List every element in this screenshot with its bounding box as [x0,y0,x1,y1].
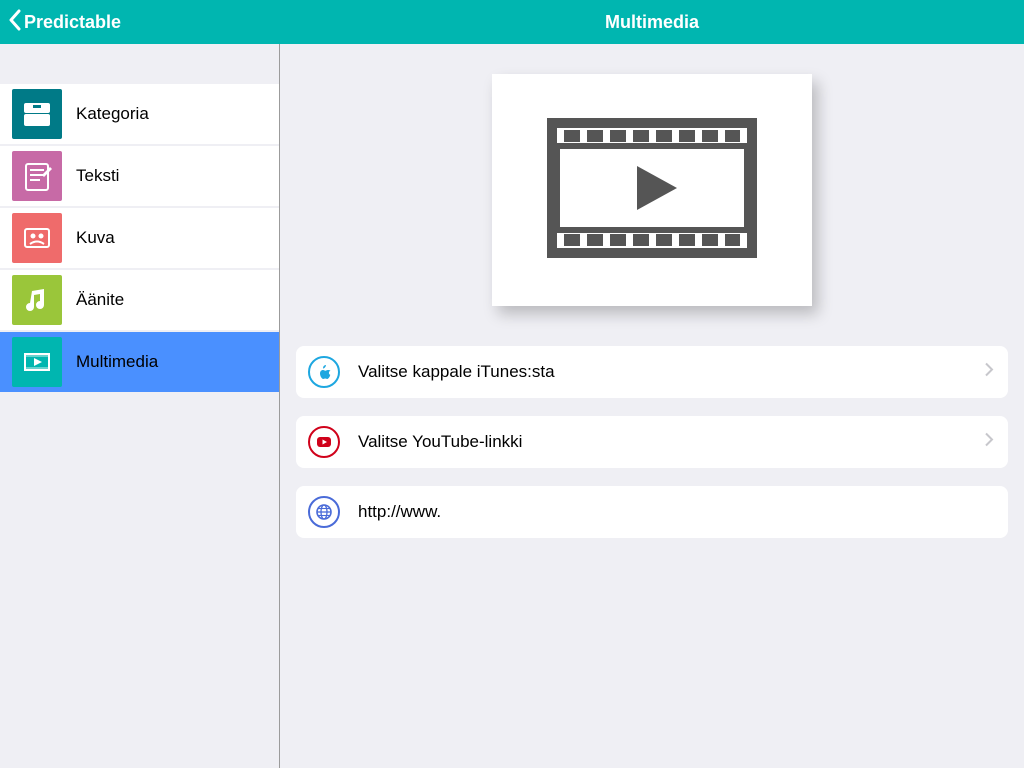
image-icon [12,213,62,263]
back-button[interactable]: Predictable [0,9,121,36]
film-play-icon [542,108,762,273]
hero-image [492,74,812,306]
page-title: Multimedia [605,12,699,33]
text-icon [12,151,62,201]
option-youtube[interactable]: Valitse YouTube-linkki [296,416,1008,468]
sidebar-item-label: Kuva [76,228,115,248]
sidebar-item-label: Multimedia [76,352,158,372]
content-pane: Valitse kappale iTunes:sta Valitse YouTu… [280,44,1024,768]
sidebar-item-multimedia[interactable]: Multimedia [0,332,279,394]
sidebar-item-label: Äänite [76,290,124,310]
globe-icon [308,496,340,528]
chevron-right-icon [984,362,994,383]
sidebar-item-label: Teksti [76,166,119,186]
option-label: Valitse kappale iTunes:sta [358,362,555,382]
header: Predictable Multimedia [0,0,1024,44]
option-url[interactable] [296,486,1008,538]
category-icon [12,89,62,139]
chevron-right-icon [984,432,994,453]
sidebar-item-label: Kategoria [76,104,149,124]
option-label: Valitse YouTube-linkki [358,432,522,452]
sidebar-item-kuva[interactable]: Kuva [0,208,279,270]
sidebar-item-kategoria[interactable]: Kategoria [0,84,279,146]
chevron-left-icon [8,9,24,36]
itunes-icon [308,356,340,388]
sidebar-item-teksti[interactable]: Teksti [0,146,279,208]
sidebar-item-aanite[interactable]: Äänite [0,270,279,332]
sidebar: Kategoria Teksti Kuva Äänite Multimedia [0,44,280,768]
youtube-icon [308,426,340,458]
multimedia-icon [12,337,62,387]
url-input[interactable] [358,502,1008,522]
option-itunes[interactable]: Valitse kappale iTunes:sta [296,346,1008,398]
audio-icon [12,275,62,325]
back-label: Predictable [24,12,121,33]
